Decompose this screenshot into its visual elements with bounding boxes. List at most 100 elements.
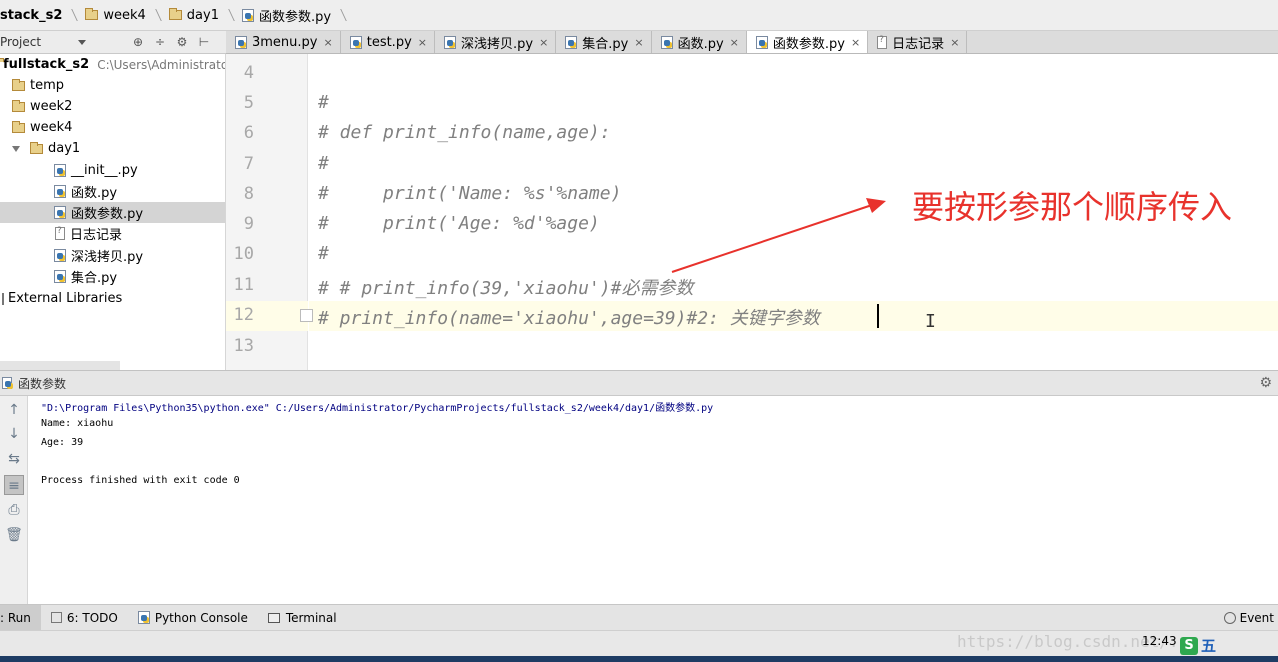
scroll-to-end-icon[interactable]: ≡	[4, 475, 24, 495]
close-icon[interactable]: ×	[539, 36, 548, 49]
tree-item-day1[interactable]: day1	[0, 138, 225, 159]
arrow-up-icon[interactable]: ↑	[4, 400, 24, 420]
tab-3menu[interactable]: 3menu.py ×	[226, 31, 341, 53]
folder-icon	[12, 120, 25, 133]
tree-label: 日志记录	[70, 228, 123, 243]
tab-log[interactable]: 日志记录 ×	[868, 31, 968, 53]
code-line: # # print_info(39,'xiaohu')#必需参数	[318, 278, 694, 299]
folder-icon	[30, 141, 43, 154]
folder-icon	[85, 8, 99, 20]
line-number: 7	[243, 154, 254, 174]
python-file-icon	[54, 185, 66, 198]
breadcrumb-file[interactable]: 函数参数.py	[236, 0, 337, 30]
tree-label: 深浅拷贝.py	[71, 250, 144, 265]
status-bar: https://blog.csdn.net/... 12:43 S 五	[0, 630, 1278, 656]
tree-label: __init__.py	[71, 163, 138, 178]
tree-item-set[interactable]: 集合.py	[0, 266, 225, 287]
line-number: 12	[233, 305, 254, 325]
cursor-position[interactable]: 12:43	[1142, 634, 1177, 648]
terminal-tool-tab[interactable]: Terminal	[258, 605, 347, 630]
print-icon[interactable]: ⎙	[4, 500, 24, 520]
console-command-line: "D:\Program Files\Python35\python.exe" C…	[41, 403, 714, 414]
close-icon[interactable]: ×	[418, 36, 427, 49]
trash-icon[interactable]: 🗑	[4, 525, 24, 545]
tool-tab-label: 6: TODO	[66, 610, 118, 625]
close-icon[interactable]: ×	[634, 36, 643, 49]
project-view-selector[interactable]: Project	[0, 35, 78, 49]
breadcrumb-project[interactable]: stack_s2	[0, 0, 68, 30]
tree-label: 函数参数.py	[71, 207, 144, 222]
tree-item-root[interactable]: fullstack_s2 C:\Users\Administrator	[0, 54, 226, 75]
close-icon[interactable]: ×	[730, 36, 739, 49]
tree-item-external-libraries[interactable]: External Libraries	[0, 288, 225, 309]
horizontal-scrollbar[interactable]	[0, 361, 120, 370]
tree-label: fullstack_s2	[3, 57, 90, 72]
tab-label: 深浅拷贝.py	[460, 36, 534, 52]
locate-icon[interactable]: ⊕	[130, 34, 146, 50]
code-line: # print('Name: %s'%name)	[318, 183, 622, 204]
annotation-text: 要按形参那个顺序传入	[912, 188, 1233, 226]
tab-deepcopy[interactable]: 深浅拷贝.py ×	[435, 31, 557, 53]
tree-item-log[interactable]: 日志记录	[0, 223, 225, 244]
tree-label: 集合.py	[71, 271, 118, 286]
tab-function-params[interactable]: 函数参数.py ×	[746, 31, 869, 53]
python-console-icon	[137, 611, 150, 624]
line-number: 8	[243, 184, 254, 204]
gear-icon[interactable]: ⚙	[1259, 375, 1272, 391]
tree-item-function[interactable]: 函数.py	[0, 181, 225, 202]
chevron-down-icon[interactable]	[78, 39, 86, 45]
tool-window-bar: : Run 6: TODO Python Console Terminal Ev…	[0, 604, 1278, 630]
console-output[interactable]	[28, 396, 1278, 604]
close-icon[interactable]: ×	[950, 36, 959, 49]
tool-tab-label: Python Console	[154, 610, 248, 625]
close-icon[interactable]: ×	[851, 36, 860, 49]
close-icon[interactable]: ×	[324, 36, 333, 49]
tree-item-function-params[interactable]: 函数参数.py	[0, 202, 225, 223]
project-toolbar: Project ⊕ ÷ ⚙ ⊢	[0, 31, 226, 54]
os-taskbar	[0, 656, 1278, 662]
tab-label: test.py	[366, 34, 412, 50]
breadcrumb-day1[interactable]: day1	[163, 0, 225, 30]
todo-tool-tab[interactable]: 6: TODO	[41, 605, 128, 630]
tab-label: 日志记录	[892, 36, 945, 52]
code-line: #	[318, 92, 329, 113]
breadcrumb-label: week4	[103, 7, 146, 23]
arrow-down-icon[interactable]: ↓	[4, 424, 24, 444]
hide-panel-icon[interactable]: ⊢	[196, 34, 212, 50]
line-number: 5	[243, 93, 254, 113]
tab-function[interactable]: 函数.py ×	[652, 31, 747, 53]
breadcrumb-week4[interactable]: week4	[79, 0, 151, 30]
tree-item-deepcopy[interactable]: 深浅拷贝.py	[0, 245, 225, 266]
python-console-tool-tab[interactable]: Python Console	[128, 605, 258, 630]
tab-test[interactable]: test.py ×	[341, 31, 435, 53]
tree-item-week2[interactable]: week2	[0, 96, 225, 117]
event-log-icon	[1223, 612, 1236, 624]
fold-marker-icon[interactable]	[300, 309, 313, 322]
text-caret	[877, 304, 879, 328]
tab-set[interactable]: 集合.py ×	[556, 31, 652, 53]
event-log-tab[interactable]: Event	[1223, 605, 1278, 631]
expand-arrow-icon[interactable]	[12, 145, 20, 152]
soft-wrap-icon[interactable]: ⇆	[4, 449, 24, 469]
run-tool-tab[interactable]: : Run	[0, 605, 41, 630]
code-line: #	[318, 243, 329, 264]
collapse-all-icon[interactable]: ÷	[152, 34, 168, 50]
line-number: 6	[243, 123, 254, 143]
tool-tab-label: : Run	[0, 610, 31, 625]
tree-item-week4[interactable]: week4	[0, 117, 225, 138]
python-file-icon	[2, 377, 12, 389]
text-file-icon	[55, 226, 65, 240]
run-panel-title: 函数参数	[18, 376, 67, 391]
breadcrumb-label: stack_s2	[0, 7, 63, 23]
console-exit-line: Process finished with exit code 0	[41, 475, 240, 486]
input-method-indicator[interactable]: S 五	[1180, 635, 1216, 656]
folder-icon	[12, 78, 25, 91]
gear-icon[interactable]: ⚙	[174, 34, 190, 50]
line-number: 10	[233, 244, 254, 264]
console-output-line: Age: 39	[41, 437, 84, 448]
tree-item-temp[interactable]: temp	[0, 75, 225, 96]
tree-item-init[interactable]: __init__.py	[0, 160, 225, 181]
tab-label: 函数.py	[677, 36, 724, 52]
code-line: # print('Age: %d'%age)	[318, 213, 600, 234]
tree-path: C:\Users\Administrator	[97, 57, 226, 72]
